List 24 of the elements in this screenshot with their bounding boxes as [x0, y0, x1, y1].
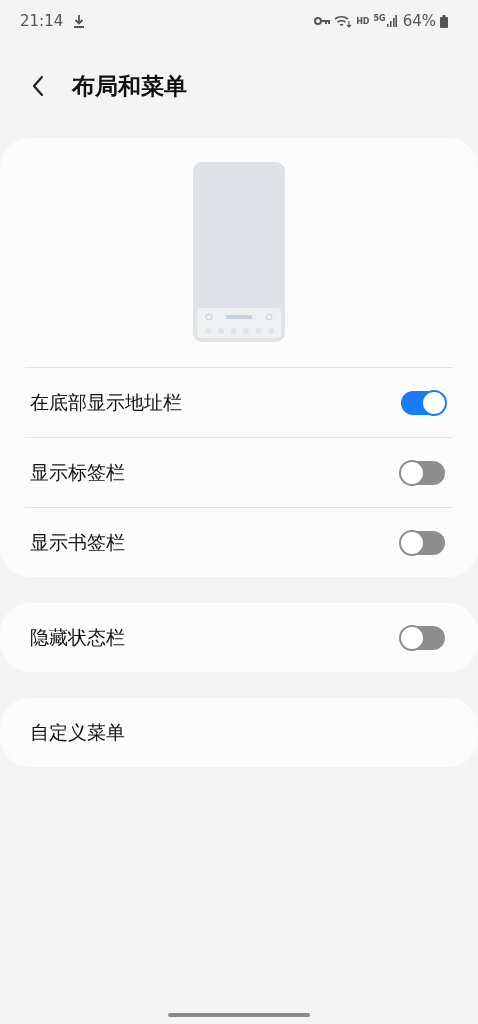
toggle-switch[interactable]	[401, 530, 445, 555]
download-icon	[73, 14, 86, 28]
settings-row[interactable]: 显示标签栏	[25, 437, 453, 507]
settings-row[interactable]: 显示书签栏	[25, 507, 453, 577]
hd-label: HD	[356, 16, 370, 26]
setting-label: 自定义菜单	[29, 719, 125, 745]
battery-percent: 64%	[402, 12, 436, 30]
status-time: 21:14	[20, 12, 64, 30]
settings-row[interactable]: 自定义菜单	[25, 698, 453, 767]
toggle-switch[interactable]	[401, 625, 445, 650]
signal-icon	[386, 15, 397, 27]
settings-row[interactable]: 在底部显示地址栏	[25, 367, 453, 437]
setting-label: 显示书签栏	[29, 529, 125, 555]
network-label: 5G	[373, 13, 386, 23]
toggle-switch[interactable]	[401, 390, 445, 415]
page-title: 布局和菜单	[72, 71, 187, 101]
settings-row[interactable]: 隐藏状态栏	[25, 603, 453, 672]
toggle-switch[interactable]	[401, 460, 445, 485]
setting-label: 隐藏状态栏	[29, 624, 125, 650]
wifi-icon	[334, 14, 353, 28]
key-icon	[314, 16, 331, 26]
setting-label: 显示标签栏	[29, 459, 125, 485]
battery-icon	[440, 14, 448, 28]
setting-label: 在底部显示地址栏	[29, 389, 182, 415]
